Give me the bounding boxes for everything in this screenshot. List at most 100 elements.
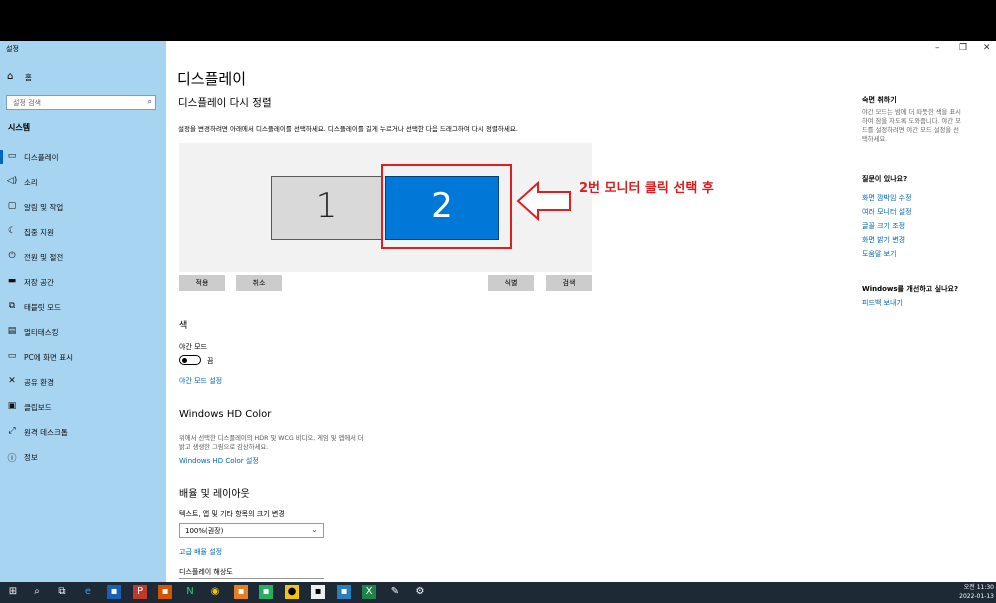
feedback-link[interactable]: 피드백 보내기	[862, 298, 903, 308]
questions-title: 질문이 있나요?	[862, 175, 908, 183]
identify-button[interactable]: 식별	[488, 275, 534, 291]
rearrange-description: 설정을 변경하려면 아래에서 디스플레이를 선택하세요. 디스플레이를 길게 누…	[178, 125, 518, 133]
home-label: 홈	[25, 73, 32, 82]
settings-search-input[interactable]: 설정 검색 ⌕	[6, 95, 156, 110]
settings-window: 설정 ⌂ 홈 설정 검색 ⌕ 시스템 ▭ 디스플레이 ◁) 소리 ▢ 알림 및 …	[0, 41, 996, 582]
help-link-font-size[interactable]: 글꼴 크기 조정	[862, 221, 905, 231]
chevron-down-icon: ⌄	[311, 525, 318, 534]
scale-dropdown[interactable]: 100%(권장) ⌄	[179, 523, 324, 538]
tablet-icon: ⧉	[8, 301, 16, 311]
app-icon[interactable]: ▪	[259, 585, 273, 599]
sidebar-item-multitasking[interactable]: ▤ 멀티태스킹	[0, 321, 166, 343]
sidebar-item-label: 정보	[24, 453, 38, 462]
sidebar-item-remote-desktop[interactable]: ⤢ 원격 데스크톱	[0, 421, 166, 443]
task-view-icon[interactable]: ⧉	[55, 585, 69, 599]
app-icon[interactable]: ▪	[311, 585, 325, 599]
hd-color-description-1: 위에서 선택한 디스플레이의 HDR 및 WCG 비디오, 게임 및 앱에서 더	[179, 435, 364, 442]
sidebar-home[interactable]: ⌂ 홈	[0, 68, 166, 86]
edge-icon[interactable]: e	[81, 585, 95, 599]
speaker-icon: ◁)	[6, 176, 18, 186]
sidebar-item-notifications[interactable]: ▢ 알림 및 작업	[0, 196, 166, 218]
sidebar-item-storage[interactable]: ▬ 저장 공간	[0, 271, 166, 293]
sidebar-item-label: 저장 공간	[24, 278, 54, 287]
home-icon: ⌂	[7, 71, 14, 82]
start-icon[interactable]: ⊞	[6, 585, 20, 599]
sidebar-item-focus[interactable]: ☾ 집중 지원	[0, 221, 166, 243]
app-icon[interactable]: ✎	[388, 585, 402, 599]
share-icon: ✕	[8, 376, 16, 386]
night-light-label: 야간 모드	[179, 343, 207, 351]
powerpoint-icon[interactable]: P	[133, 585, 147, 599]
sleep-title: 숙면 취하기	[862, 96, 897, 104]
help-link-multi-monitor[interactable]: 여러 모니터 설정	[862, 207, 912, 217]
app-icon[interactable]: ▪	[107, 585, 121, 599]
help-link-brightness[interactable]: 화면 밝기 변경	[862, 235, 905, 245]
page-title: 디스플레이	[177, 70, 247, 88]
project-icon: ▭	[7, 351, 17, 361]
moon-icon: ☾	[7, 226, 17, 236]
sidebar-item-label: 원격 데스크톱	[24, 428, 68, 437]
night-light-toggle[interactable]	[179, 355, 201, 365]
advanced-scaling-link[interactable]: 고급 배율 설정	[179, 547, 222, 557]
hd-color-settings-link[interactable]: Windows HD Color 설정	[179, 456, 259, 466]
app-icon[interactable]: N	[183, 585, 197, 599]
sidebar-item-label: 전원 및 절전	[24, 253, 64, 262]
section-title-rearrange: 디스플레이 다시 정렬	[178, 97, 272, 109]
monitor-icon: ▭	[7, 151, 17, 161]
app-icon[interactable]: ▪	[337, 585, 351, 599]
minimize-icon[interactable]: –	[935, 43, 940, 53]
close-icon[interactable]: ✕	[983, 43, 991, 53]
color-section-title: 색	[179, 321, 188, 331]
clock-time: 오전 11:30	[963, 584, 994, 591]
night-light-state: 끔	[207, 357, 214, 365]
sidebar-item-power[interactable]: ⏻ 전원 및 절전	[0, 246, 166, 268]
sidebar-item-label: 알림 및 작업	[24, 203, 64, 212]
sidebar-item-label: 디스플레이	[24, 153, 59, 162]
clock[interactable]: 오전 11:30 2022-01-13	[959, 583, 994, 601]
sleep-text-4: 택하세요.	[862, 136, 888, 143]
sidebar: 설정 ⌂ 홈 설정 검색 ⌕ 시스템 ▭ 디스플레이 ◁) 소리 ▢ 알림 및 …	[0, 41, 166, 582]
chrome-icon[interactable]: ◉	[208, 585, 222, 599]
detect-button[interactable]: 검색	[546, 275, 592, 291]
sidebar-item-clipboard[interactable]: ▣ 클립보드	[0, 396, 166, 418]
sidebar-item-shared[interactable]: ✕ 공유 환경	[0, 371, 166, 393]
sidebar-item-about[interactable]: ⓘ 정보	[0, 446, 166, 468]
multitask-icon: ▤	[7, 326, 17, 336]
help-link-get-help[interactable]: 도움말 보기	[862, 249, 896, 259]
sidebar-item-label: PC에 화면 표시	[24, 353, 74, 362]
sidebar-item-tablet[interactable]: ⧉ 태블릿 모드	[0, 296, 166, 318]
notification-icon: ▢	[7, 201, 17, 211]
info-icon: ⓘ	[7, 454, 17, 464]
sidebar-item-sound[interactable]: ◁) 소리	[0, 171, 166, 193]
kakaotalk-icon[interactable]: ●	[285, 585, 299, 599]
excel-icon[interactable]: X	[362, 585, 376, 599]
sidebar-section-title: 시스템	[8, 123, 31, 132]
night-light-settings-link[interactable]: 야간 모드 설정	[179, 376, 222, 386]
help-link-flicker[interactable]: 화면 깜박임 수정	[862, 193, 912, 203]
search-placeholder: 설정 검색	[13, 99, 41, 107]
storage-icon: ▬	[7, 276, 17, 286]
window-title: 설정	[6, 45, 19, 53]
sidebar-item-label: 집중 지원	[24, 228, 54, 237]
sidebar-item-display[interactable]: ▭ 디스플레이	[0, 146, 166, 168]
annotation-arrow-icon	[516, 181, 571, 221]
clipboard-icon: ▣	[7, 401, 17, 411]
app-icon[interactable]: ▪	[158, 585, 172, 599]
maximize-icon[interactable]: ❐	[959, 43, 967, 53]
monitor-1-number: 1	[315, 186, 338, 226]
top-black-bar	[0, 0, 996, 41]
apply-button[interactable]: 적용	[179, 275, 225, 291]
sidebar-item-label: 소리	[24, 178, 38, 187]
sidebar-item-label: 클립보드	[24, 403, 52, 412]
hd-color-description-2: 밝고 생생한 그림으로 감상하세요.	[179, 444, 269, 451]
sleep-text-1: 야간 모드는 밤에 더 따뜻한 색을 표시	[862, 109, 961, 116]
scale-layout-title: 배율 및 레이아웃	[179, 489, 250, 500]
taskbar: ⊞ ⌕ ⧉ e ▪ P ▪ N ◉ ▪ ▪ ● ▪ ▪ X ✎ ⚙ 오전 11:…	[0, 582, 996, 603]
sidebar-item-projecting[interactable]: ▭ PC에 화면 표시	[0, 346, 166, 368]
search-icon[interactable]: ⌕	[30, 585, 44, 599]
monitor-1[interactable]: 1	[271, 176, 382, 240]
app-icon[interactable]: ▪	[234, 585, 248, 599]
resolution-label: 디스플레이 해상도	[179, 568, 233, 576]
settings-gear-icon[interactable]: ⚙	[413, 585, 427, 599]
cancel-button[interactable]: 취소	[236, 275, 282, 291]
